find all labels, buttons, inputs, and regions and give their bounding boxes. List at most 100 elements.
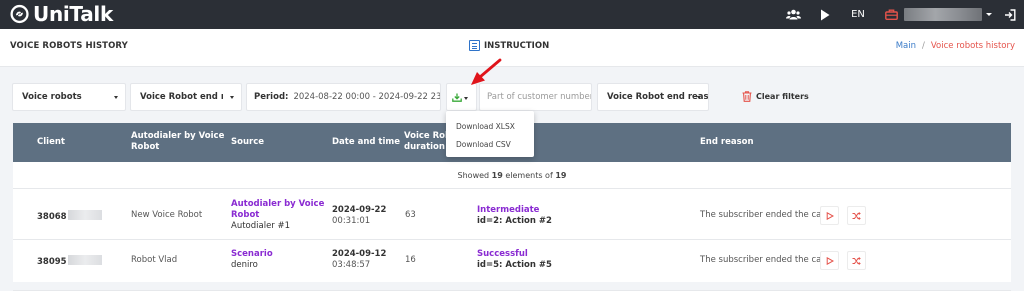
call-flow-button[interactable] <box>847 206 866 225</box>
page-header: VOICE ROBOTS HISTORY INSTRUCTION Main / … <box>0 29 1024 67</box>
client-number: 38068 <box>37 210 102 223</box>
summary-middle: elements of <box>505 170 553 180</box>
node-action: id=2: Action #2 <box>477 216 552 226</box>
column-autodialer[interactable]: Autodialer by Voice Robot <box>131 131 224 153</box>
play-recording-button[interactable] <box>820 251 839 270</box>
end-reason-select[interactable]: Voice Robot end reason <box>597 83 709 111</box>
period-value: 2024-08-22 00:00 - 2024-09-22 23:59 <box>293 92 441 102</box>
duration: 63 <box>405 210 416 220</box>
column-end-reason[interactable]: End reason <box>700 137 754 148</box>
client-number-redacted <box>67 210 102 220</box>
chevron-down-icon <box>230 96 234 99</box>
logo[interactable]: UniTalk <box>10 2 113 26</box>
download-button[interactable] <box>446 83 477 111</box>
source-link-line1: Autodialer by Voice <box>231 199 325 209</box>
column-source[interactable]: Source <box>231 137 264 148</box>
summary-total: 19 <box>555 170 567 180</box>
source-link[interactable]: Scenario <box>231 249 273 260</box>
client-number-redacted <box>67 255 102 265</box>
column-autodialer-line2: Robot <box>131 142 160 152</box>
column-autodialer-line1: Autodialer by Voice <box>131 131 225 141</box>
voice-robots-select[interactable]: Voice robots <box>12 83 126 111</box>
source-link-line1: Scenario <box>231 249 273 259</box>
voice-robots-select-value: Voice robots <box>22 92 82 102</box>
clear-filters-button[interactable]: Clear filters <box>742 91 809 102</box>
source-cell: Autodialer by Voice Robot Autodialer #1 <box>231 199 324 232</box>
shuffle-icon <box>852 256 861 265</box>
play-button[interactable] <box>817 0 833 29</box>
call-date: 2024-09-22 <box>332 205 387 215</box>
end-node-type-select-value: Voice Robot end node type <box>140 92 223 102</box>
period-label: Period: <box>254 92 289 102</box>
chevron-down-icon <box>114 96 118 99</box>
users-button[interactable] <box>785 0 802 29</box>
end-node-cell: Intermediate id=2: Action #2 <box>477 205 552 227</box>
table-row[interactable]: 38095 Robot Vlad Scenario deniro 2024-09… <box>13 241 1011 291</box>
language-selector[interactable]: EN <box>849 0 867 29</box>
clear-filters-label: Clear filters <box>756 92 809 101</box>
summary-count: 19 <box>491 170 503 180</box>
call-date: 2024-09-12 <box>332 249 387 259</box>
play-outline-icon <box>826 211 834 220</box>
download-xlsx-item[interactable]: Download XLSX <box>446 118 534 136</box>
column-client[interactable]: Client <box>37 137 65 148</box>
play-outline-icon <box>826 256 834 265</box>
breadcrumb-separator: / <box>922 41 925 51</box>
autodialer-name: New Voice Robot <box>131 210 203 220</box>
client-number-prefix: 38095 <box>37 257 67 267</box>
download-menu: Download XLSX Download CSV <box>446 111 534 157</box>
end-reason: The subscriber ended the call <box>700 255 827 265</box>
shuffle-icon <box>852 211 861 220</box>
logout-button[interactable] <box>1003 0 1016 29</box>
balance-button[interactable] <box>884 0 898 29</box>
breadcrumb-main[interactable]: Main <box>896 41 916 51</box>
logout-icon <box>1004 8 1015 21</box>
autodialer-name: Robot Vlad <box>131 255 178 265</box>
source-link-line2: Robot <box>231 210 260 220</box>
node-status-link[interactable]: Successful <box>477 249 552 260</box>
date-time-cell: 2024-09-12 03:48:57 <box>332 249 386 271</box>
breadcrumb: Main / Voice robots history <box>896 41 1015 51</box>
client-number: 38095 <box>37 255 102 268</box>
summary-prefix: Showed <box>457 170 490 180</box>
users-icon <box>786 9 801 20</box>
call-time: 00:31:01 <box>332 216 371 226</box>
user-menu-toggle[interactable] <box>985 0 993 29</box>
briefcase-icon <box>884 9 898 20</box>
chevron-down-icon <box>464 97 468 100</box>
table-summary: Showed 19 elements of 19 <box>13 162 1011 189</box>
call-time: 03:48:57 <box>332 260 371 270</box>
list-icon <box>469 40 480 51</box>
source-link[interactable]: Autodialer by Voice Robot <box>231 199 324 221</box>
download-csv-item[interactable]: Download CSV <box>446 136 534 154</box>
customer-number-placeholder: Part of customer number <box>487 92 592 102</box>
user-account[interactable] <box>904 0 982 29</box>
end-node-type-select[interactable]: Voice Robot end node type <box>130 83 242 111</box>
end-reason: The subscriber ended the call <box>700 210 827 220</box>
source-sub: deniro <box>231 260 258 270</box>
customer-number-input[interactable]: Part of customer number <box>479 83 592 111</box>
table-row[interactable]: 38068 New Voice Robot Autodialer by Voic… <box>13 190 1011 240</box>
source-sub: Autodialer #1 <box>231 221 291 231</box>
end-node-cell: Successful id=5: Action #5 <box>477 249 552 271</box>
column-date-time[interactable]: Date and time <box>332 137 400 148</box>
call-flow-button[interactable] <box>847 251 866 270</box>
page-title: VOICE ROBOTS HISTORY <box>10 41 128 51</box>
trash-icon <box>742 91 752 102</box>
instruction-label: INSTRUCTION <box>484 40 550 51</box>
download-icon <box>452 93 462 102</box>
instruction-link[interactable]: INSTRUCTION <box>469 40 549 51</box>
breadcrumb-current: Voice robots history <box>930 41 1015 51</box>
client-number-prefix: 38068 <box>37 212 67 222</box>
end-reason-select-value: Voice Robot end reason <box>607 92 708 102</box>
date-time-cell: 2024-09-22 00:31:01 <box>332 205 386 227</box>
duration: 16 <box>405 255 416 265</box>
table-body: Showed 19 elements of 19 38068 New Voice… <box>13 162 1011 291</box>
node-status-link[interactable]: Intermediate <box>477 205 552 216</box>
period-picker[interactable]: Period: 2024-08-22 00:00 - 2024-09-22 23… <box>246 83 441 111</box>
logo-mark-icon <box>10 4 29 24</box>
logo-text: UniTalk <box>33 2 113 26</box>
user-name-redacted <box>904 8 982 21</box>
play-recording-button[interactable] <box>820 206 839 225</box>
chevron-down-icon <box>986 13 992 16</box>
